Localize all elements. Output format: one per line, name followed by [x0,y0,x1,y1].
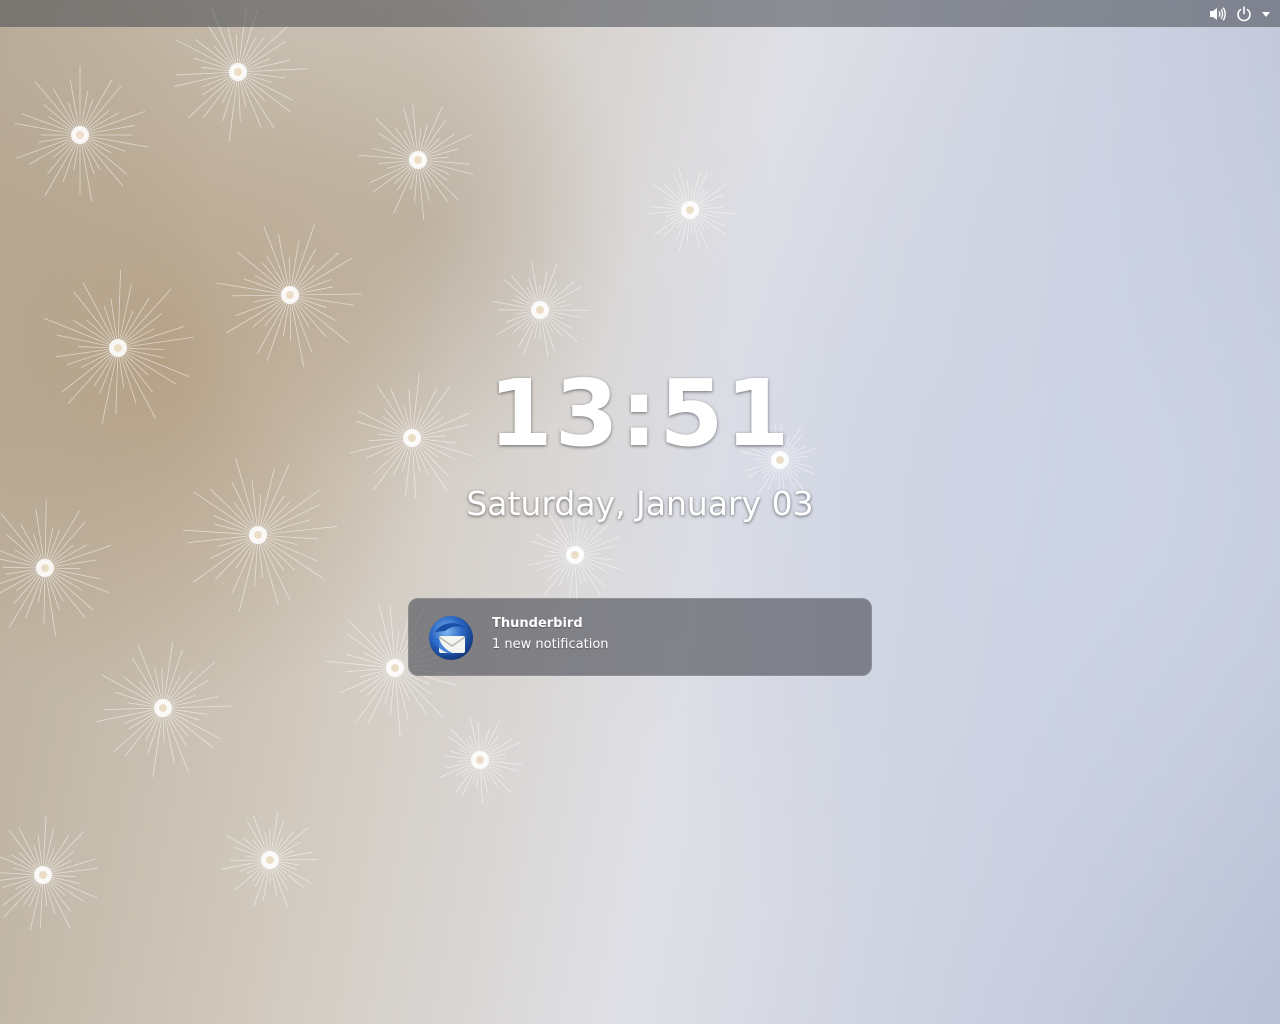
seed-head [358,104,474,220]
seed-head [96,642,232,778]
dropdown-arrow-icon[interactable] [1262,10,1270,18]
notification-card[interactable]: Thunderbird 1 new notification [408,598,872,676]
seed-head [492,260,589,357]
notification-message: 1 new notification [492,637,609,652]
seed-head [173,8,308,142]
clock-date: Saturday, January 03 [466,484,814,523]
power-icon[interactable] [1236,5,1252,22]
lock-screen[interactable]: 13:51 Saturday, January 03 Thunderbird 1… [0,0,1280,1024]
seed-head [183,458,338,612]
notification-title: Thunderbird [492,616,583,631]
seed-head [221,811,319,907]
seed-head [438,717,523,805]
clock-time: 13:51 [488,360,792,467]
volume-icon[interactable] [1208,6,1226,22]
seed-head [14,66,149,202]
top-bar [0,0,1280,27]
system-status-area[interactable] [1208,0,1270,27]
thunderbird-icon [427,614,475,662]
seed-head [216,224,362,368]
seed-head [0,815,98,931]
seed-head [648,166,735,254]
